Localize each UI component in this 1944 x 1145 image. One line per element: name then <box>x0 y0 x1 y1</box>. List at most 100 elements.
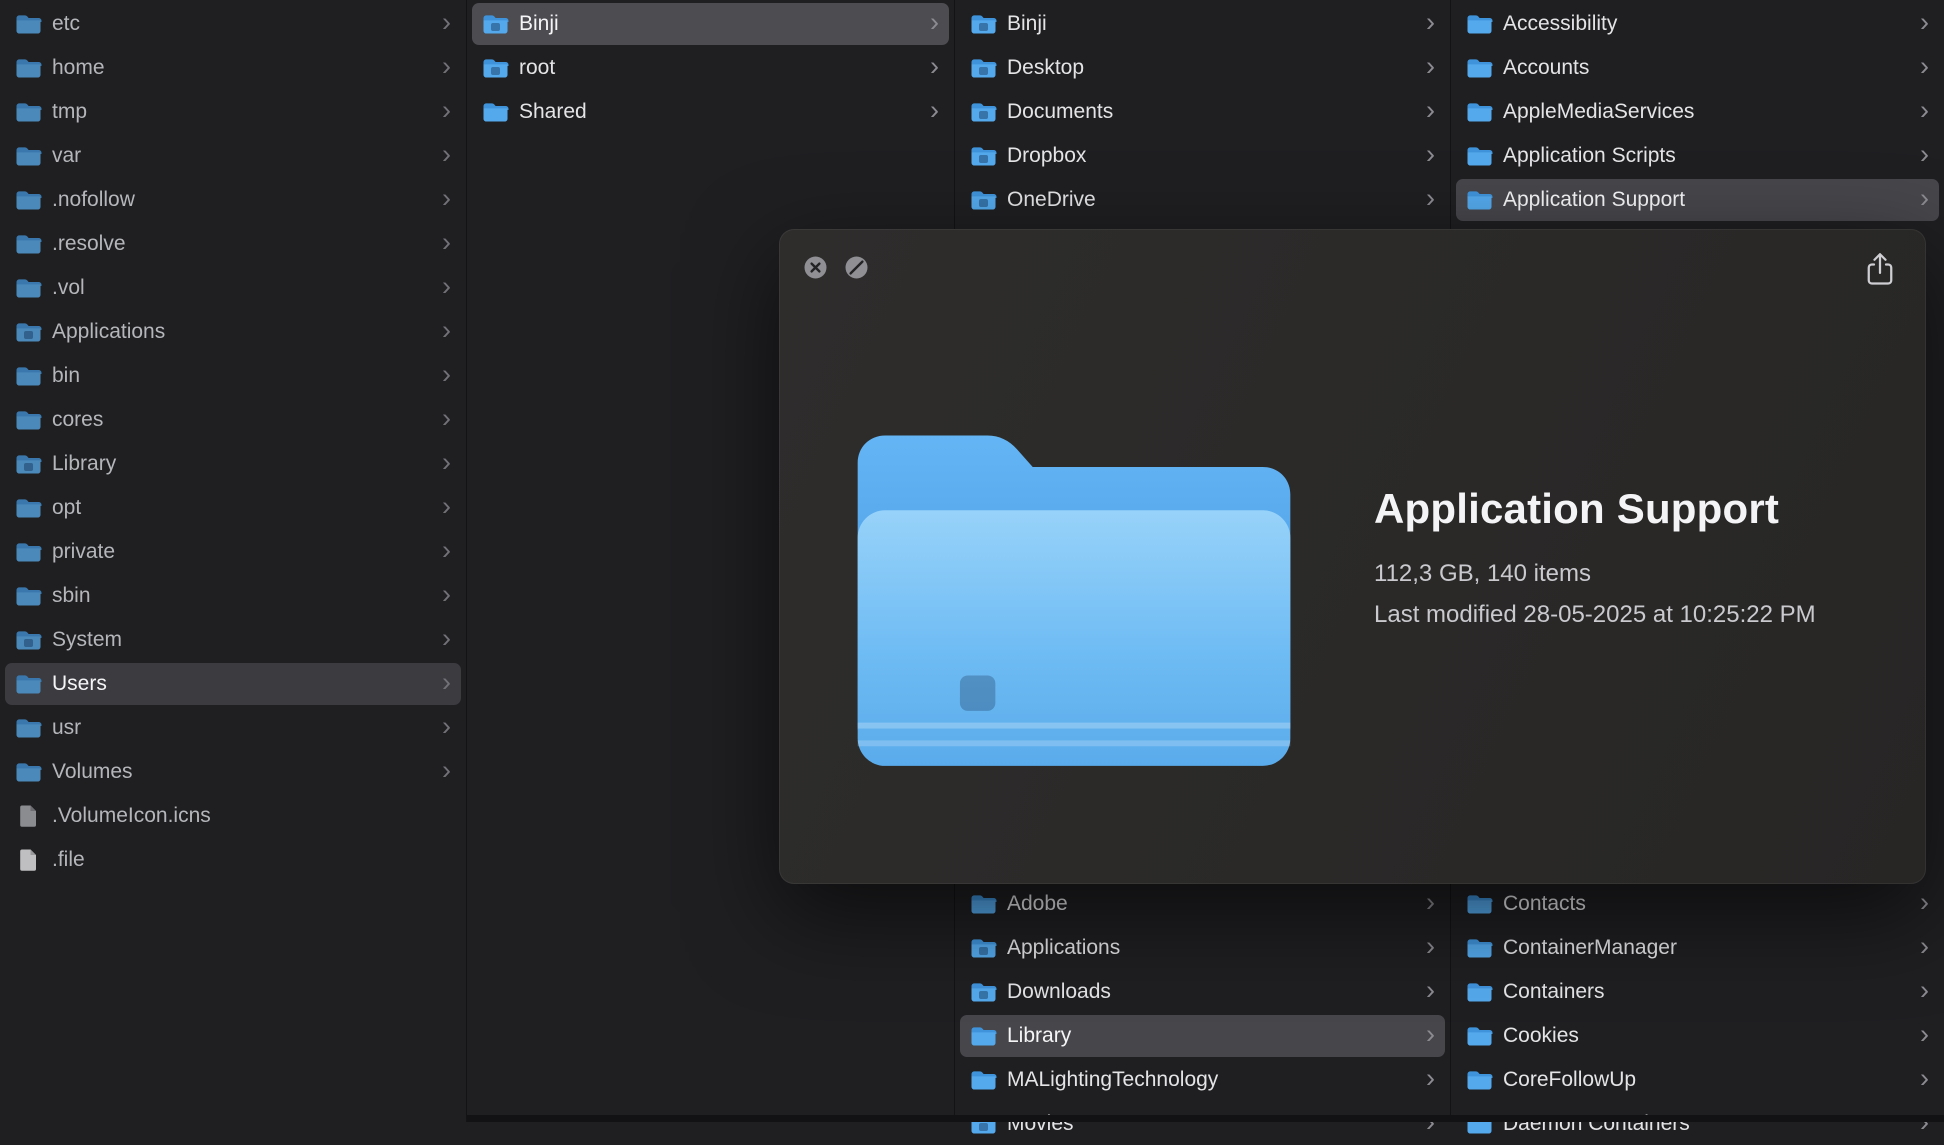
file-row-documents[interactable]: Documents› <box>960 91 1445 133</box>
file-row--file[interactable]: .file <box>5 839 461 881</box>
folder-downloads-icon <box>970 981 997 1004</box>
chevron-right-icon: › <box>442 493 451 520</box>
file-row-daemon-containers[interactable]: Daemon Containers› <box>1456 1103 1939 1145</box>
folder-icon <box>1466 145 1493 168</box>
chevron-right-icon: › <box>442 757 451 784</box>
file-row-application-scripts[interactable]: Application Scripts› <box>1456 135 1939 177</box>
file-name: System <box>52 628 432 652</box>
file-row-shared[interactable]: Shared › <box>472 91 949 133</box>
file-row--volumeicon-icns[interactable]: .VolumeIcon.icns <box>5 795 461 837</box>
file-row-application-support[interactable]: Application Support› <box>1456 179 1939 221</box>
file-row-library[interactable]: Library› <box>5 443 461 485</box>
file-name: Adobe <box>1007 892 1416 916</box>
share-icon[interactable] <box>1865 251 1895 286</box>
folder-icon <box>1466 1025 1493 1048</box>
file-row-onedrive[interactable]: OneDrive› <box>960 179 1445 221</box>
file-row-containers[interactable]: Containers› <box>1456 971 1939 1013</box>
file-row-applemediaservices[interactable]: AppleMediaServices› <box>1456 91 1939 133</box>
chevron-right-icon: › <box>1426 1109 1435 1136</box>
file-name: Downloads <box>1007 980 1416 1004</box>
chevron-right-icon: › <box>1426 185 1435 212</box>
file-row-library[interactable]: Library› <box>960 1015 1445 1057</box>
chevron-right-icon: › <box>930 97 939 124</box>
file-row-applications[interactable]: Applications› <box>5 311 461 353</box>
file-name: Shared <box>519 100 920 124</box>
file-row-opt[interactable]: opt › <box>5 487 461 529</box>
file-row-binji[interactable]: Binji› <box>472 3 949 45</box>
chevron-right-icon: › <box>442 97 451 124</box>
folder-home-icon <box>482 13 509 36</box>
file-row--vol[interactable]: .vol › <box>5 267 461 309</box>
close-icon[interactable] <box>802 254 829 281</box>
file-row-downloads[interactable]: Downloads› <box>960 971 1445 1013</box>
file-row-containermanager[interactable]: ContainerManager› <box>1456 927 1939 969</box>
file-row-applications[interactable]: Applications› <box>960 927 1445 969</box>
folder-home-icon <box>970 13 997 36</box>
chevron-right-icon: › <box>1426 53 1435 80</box>
file-row-volumes[interactable]: Volumes› <box>5 751 461 793</box>
folder-icon <box>970 1025 997 1048</box>
folder-documents-icon <box>970 101 997 124</box>
file-row--nofollow[interactable]: .nofollow› <box>5 179 461 221</box>
file-row-movies[interactable]: Movies› <box>960 1103 1445 1145</box>
chevron-right-icon: › <box>442 229 451 256</box>
file-name: .resolve <box>52 232 432 256</box>
file-row-accounts[interactable]: Accounts› <box>1456 47 1939 89</box>
chevron-right-icon: › <box>1920 889 1929 916</box>
file-row-adobe[interactable]: Adobe › <box>960 883 1445 925</box>
file-name: AppleMediaServices <box>1503 100 1910 124</box>
file-row-dropbox[interactable]: Dropbox› <box>960 135 1445 177</box>
file-row-bin[interactable]: bin› <box>5 355 461 397</box>
file-row-private[interactable]: private› <box>5 531 461 573</box>
folder-onedrive-icon <box>970 189 997 212</box>
folder-system-icon <box>15 629 42 652</box>
file-row-sbin[interactable]: sbin› <box>5 575 461 617</box>
file-name: home <box>52 56 432 80</box>
folder-icon <box>15 101 42 124</box>
file-name: sbin <box>52 584 432 608</box>
file-name: opt <box>52 496 432 520</box>
file-row-cookies[interactable]: Cookies› <box>1456 1015 1939 1057</box>
file-name: etc <box>52 12 432 36</box>
file-row-accessibility[interactable]: Accessibility› <box>1456 3 1939 45</box>
chevron-right-icon: › <box>442 273 451 300</box>
chevron-right-icon: › <box>1920 1065 1929 1092</box>
file-row-binji[interactable]: Binji› <box>960 3 1445 45</box>
chevron-right-icon: › <box>442 317 451 344</box>
file-row-cores[interactable]: cores› <box>5 399 461 441</box>
chevron-right-icon: › <box>442 185 451 212</box>
chevron-right-icon: › <box>1426 933 1435 960</box>
file-name: .vol <box>52 276 432 300</box>
file-row-var[interactable]: var› <box>5 135 461 177</box>
folder-icon <box>15 761 42 784</box>
file-name: root <box>519 56 920 80</box>
file-name: Library <box>1007 1024 1416 1048</box>
folder-icon <box>15 585 42 608</box>
file-row-root[interactable]: root› <box>472 47 949 89</box>
chevron-right-icon: › <box>442 669 451 696</box>
file-row-desktop[interactable]: Desktop › <box>960 47 1445 89</box>
file-row-home[interactable]: home› <box>5 47 461 89</box>
folder-icon <box>15 409 42 432</box>
file-row-system[interactable]: System› <box>5 619 461 661</box>
file-row-corefollowup[interactable]: CoreFollowUp› <box>1456 1059 1939 1101</box>
file-name: Desktop <box>1007 56 1416 80</box>
folder-icon <box>1466 101 1493 124</box>
chevron-right-icon: › <box>1920 977 1929 1004</box>
chevron-right-icon: › <box>930 9 939 36</box>
file-name: Library <box>52 452 432 476</box>
file-row-users[interactable]: Users› <box>5 663 461 705</box>
file-row-tmp[interactable]: tmp › <box>5 91 461 133</box>
chevron-right-icon: › <box>1426 889 1435 916</box>
chevron-right-icon: › <box>1426 1065 1435 1092</box>
file-row--resolve[interactable]: .resolve › <box>5 223 461 265</box>
file-row-usr[interactable]: usr› <box>5 707 461 749</box>
chevron-right-icon: › <box>1426 9 1435 36</box>
folder-icon <box>15 365 42 388</box>
no-entry-icon[interactable] <box>843 254 870 281</box>
file-row-malightingtechnology[interactable]: MALightingTechnology› <box>960 1059 1445 1101</box>
file-row-etc[interactable]: etc› <box>5 3 461 45</box>
finder-column-roots[interactable]: etc›home›tmp›var›.nofollow›.resolve›.vol… <box>0 0 467 1122</box>
file-row-contacts[interactable]: Contacts› <box>1456 883 1939 925</box>
file-name: tmp <box>52 100 432 124</box>
